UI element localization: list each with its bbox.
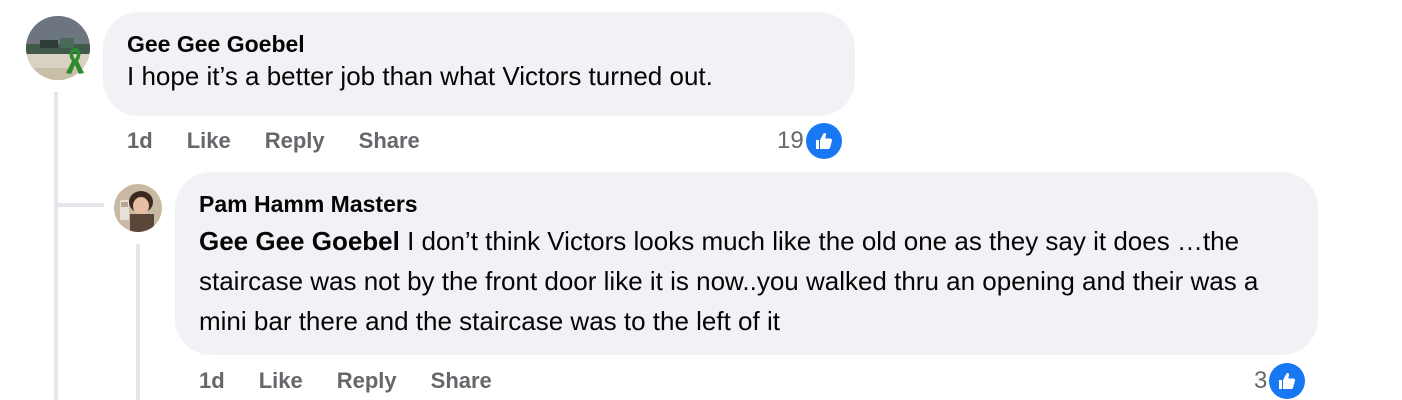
- reply-button[interactable]: Reply: [337, 368, 397, 394]
- comment-timestamp[interactable]: 1d: [127, 128, 153, 154]
- reply-actions: 1d Like Reply Share: [199, 366, 492, 396]
- reply-text: Gee Gee Goebel I don’t think Victors loo…: [199, 221, 1294, 341]
- thread-line-elbow: [54, 203, 104, 207]
- avatar[interactable]: [114, 184, 162, 232]
- comment-author[interactable]: Gee Gee Goebel: [127, 30, 831, 58]
- share-button[interactable]: Share: [359, 128, 420, 154]
- reaction-summary[interactable]: 19: [777, 122, 842, 160]
- share-button[interactable]: Share: [431, 368, 492, 394]
- comment-bubble: Gee Gee Goebel I hope it’s a better job …: [103, 12, 855, 116]
- like-icon: [805, 123, 842, 159]
- reaction-count: 3: [1254, 367, 1268, 394]
- ribbon-badge-icon: [66, 48, 84, 74]
- reply-bubble: Pam Hamm Masters Gee Gee Goebel I don’t …: [175, 172, 1318, 355]
- comment-text: I hope it’s a better job than what Victo…: [127, 61, 713, 91]
- reply-timestamp[interactable]: 1d: [199, 368, 225, 394]
- reaction-summary[interactable]: 3: [1254, 362, 1306, 400]
- reaction-count: 19: [777, 127, 804, 154]
- avatar-photo: [114, 184, 162, 232]
- thread-line-main: [54, 92, 58, 400]
- reply-author[interactable]: Pam Hamm Masters: [199, 189, 1294, 219]
- reply-button[interactable]: Reply: [265, 128, 325, 154]
- like-button[interactable]: Like: [187, 128, 231, 154]
- like-button[interactable]: Like: [259, 368, 303, 394]
- like-icon: [1269, 363, 1306, 399]
- mention-link[interactable]: Gee Gee Goebel: [199, 226, 400, 256]
- thread-line-reply: [136, 244, 140, 400]
- comment-actions: 1d Like Reply Share: [127, 126, 420, 156]
